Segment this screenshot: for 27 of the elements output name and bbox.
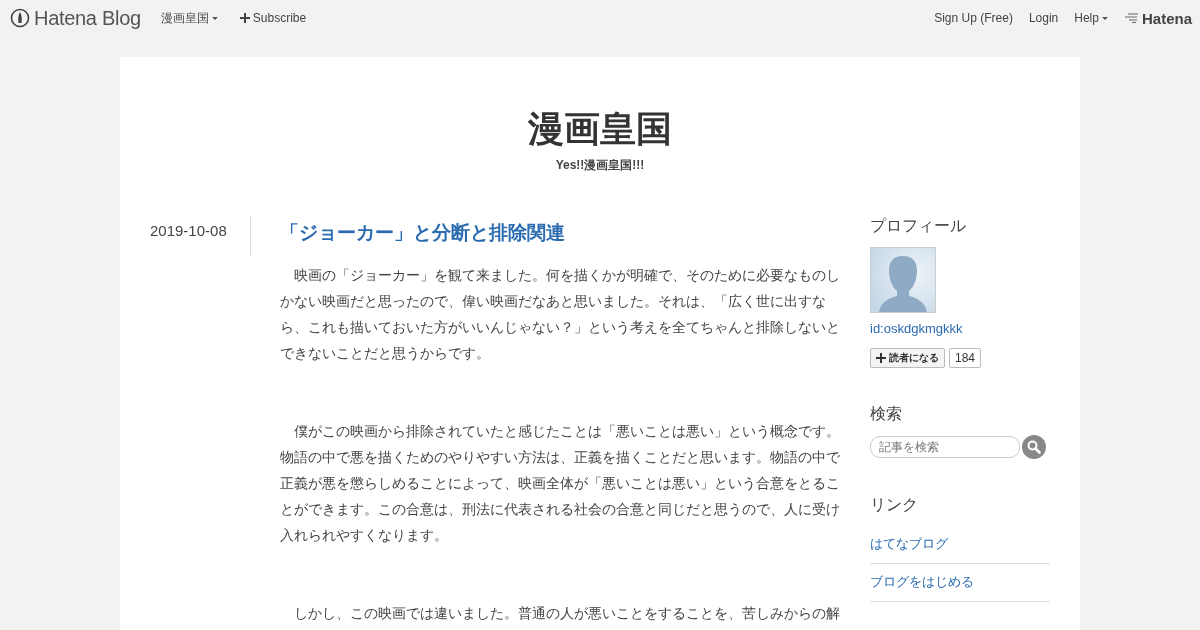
user-id-link[interactable]: id:oskdgkmgkkk bbox=[870, 321, 1050, 336]
search-heading: 検索 bbox=[870, 404, 903, 424]
paragraph: 僕がこの映画から排除されていたと感じたことは「悪いことは悪い」という概念です。物語の中で悪を描くためのやりやすい方法は、正義を描くことだと思います。物語の中で正義が悪を懲らしめることによって、映画全体が「悪いことは悪い」という合意をとることができます。この合意は、刑法に代表される社会の合意と同じだと思うので、人に受け入れられやすくなります。 bbox=[280, 422, 840, 545]
follower-count: 184 bbox=[949, 348, 982, 368]
blog-tagline: Yes!!漫画皇国!!! bbox=[554, 157, 646, 174]
search-field[interactable]: 記事を検索 bbox=[870, 436, 1020, 458]
links-heading: リンク bbox=[870, 495, 919, 515]
blog-menu[interactable]: 漫画皇国 bbox=[160, 9, 218, 27]
paragraph: しかし、この映画では違いました。普通の人が悪いことをすることを、苦しみからの解 bbox=[293, 604, 840, 623]
paragraph: 映画の「ジョーカー」を観て来ました。何を描くかが明確で、そのために必要なものしかない映画だと思ったので、偉い映画だなあと思いました。それは、「広く世に出すなら、これも描いておいた方がいいんじゃない？」という考えを全てちゃんと排除しないとできないことだと思うからです。 bbox=[280, 266, 840, 363]
sidebar-link[interactable]: ブログをはじめる bbox=[870, 574, 974, 589]
subscribe-link[interactable]: Subscribe bbox=[239, 11, 307, 25]
profile-heading: プロフィール bbox=[870, 216, 967, 236]
avatar-icon[interactable] bbox=[870, 247, 936, 313]
hatena-logo[interactable]: Hatena bbox=[1123, 9, 1192, 27]
follow-button[interactable]: 読者になる bbox=[870, 348, 945, 368]
sidebar-link[interactable]: はてなブログ bbox=[870, 536, 948, 551]
entry-date[interactable]: 2019-10-08 bbox=[150, 222, 227, 239]
plus-icon bbox=[239, 13, 250, 23]
search-button[interactable] bbox=[1022, 435, 1046, 459]
blog-title[interactable]: 漫画皇国 bbox=[120, 107, 1080, 151]
help-menu[interactable]: Help bbox=[1074, 11, 1108, 25]
top-bar-link[interactable]: Sign Up (Free) bbox=[934, 11, 1013, 25]
plus-icon bbox=[876, 353, 886, 363]
top-bar-link[interactable]: Login bbox=[1028, 11, 1059, 25]
entry-title[interactable]: 「ジョーカー」と分断と排除関連 bbox=[280, 220, 840, 246]
hatena-blog-logo[interactable]: Hatena Blog bbox=[10, 6, 141, 30]
